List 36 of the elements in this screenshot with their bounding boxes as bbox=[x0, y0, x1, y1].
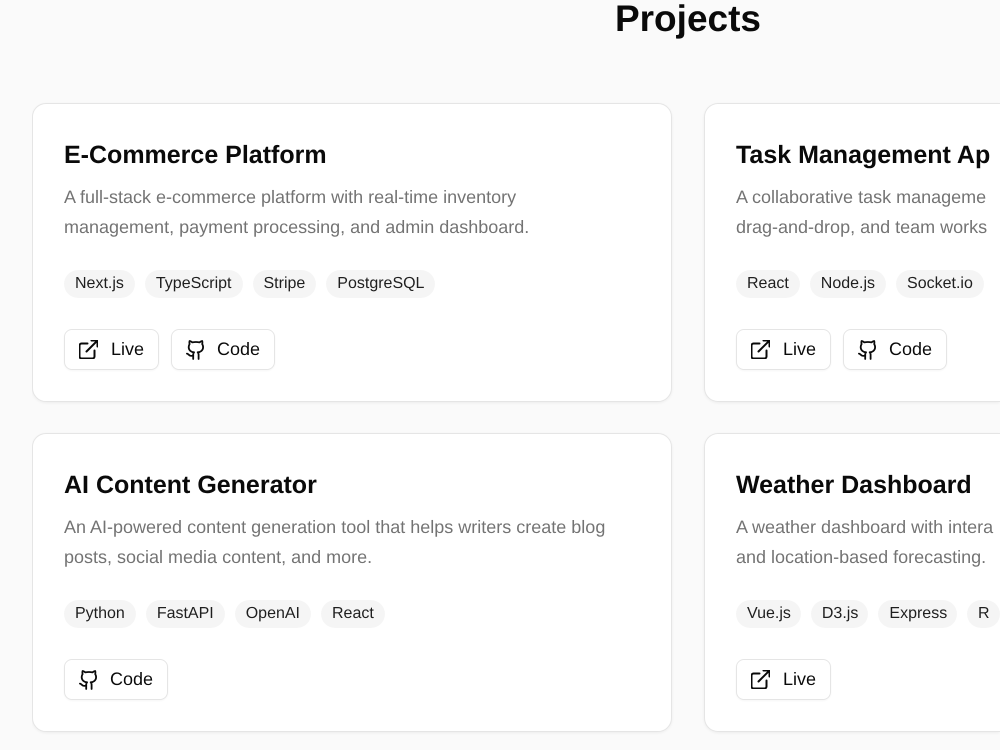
tech-tag: Python bbox=[64, 600, 136, 628]
tech-tag: Next.js bbox=[64, 270, 135, 298]
project-description: A collaborative task manageme drag-and-drop, and team works bbox=[736, 186, 988, 239]
tech-tag: React bbox=[736, 270, 800, 298]
project-title: AI Content Generator bbox=[64, 470, 318, 501]
external-link-icon bbox=[79, 340, 98, 359]
live-demo-button[interactable]: Live bbox=[736, 659, 832, 700]
github-icon bbox=[186, 340, 204, 360]
tech-tag: Stripe bbox=[252, 270, 316, 298]
live-demo-button[interactable]: Live bbox=[736, 329, 832, 370]
source-code-button[interactable]: Code bbox=[843, 329, 948, 370]
tech-tag: React bbox=[320, 600, 385, 628]
project-description: A full-stack e-commerce platform with real-time inventory management, payment processing, and admin dashboard. bbox=[64, 186, 530, 239]
source-code-button[interactable]: Code bbox=[64, 659, 168, 700]
project-description: A weather dashboard with intera and location-based forecasting. bbox=[736, 516, 994, 569]
tech-tag: Vue.js bbox=[736, 600, 801, 628]
project-title: E-Commerce Platform bbox=[64, 140, 328, 171]
tech-tag: Node.js bbox=[810, 270, 886, 298]
tech-tag: Express bbox=[878, 600, 957, 628]
page-heading: Projects bbox=[614, 0, 761, 39]
source-code-button[interactable]: Code bbox=[171, 329, 276, 370]
github-icon bbox=[858, 340, 876, 360]
tech-tag: FastAPI bbox=[146, 600, 225, 628]
github-icon bbox=[79, 670, 97, 690]
tech-tag: OpenAI bbox=[234, 600, 311, 628]
project-title: Weather Dashboard bbox=[736, 470, 973, 501]
tech-tag: TypeScript bbox=[144, 270, 242, 298]
project-title: Task Management Ap bbox=[736, 140, 992, 171]
external-link-icon bbox=[751, 340, 770, 359]
tech-tag: PostgreSQL bbox=[326, 270, 436, 298]
tech-tag: D3.js bbox=[810, 600, 868, 628]
project-description: An AI-powered content generation tool that helps writers create blog posts, social media content, and more. bbox=[64, 516, 606, 569]
tech-tag: Socket.io bbox=[896, 270, 984, 298]
external-link-icon bbox=[751, 670, 770, 689]
tech-tag: R bbox=[966, 600, 1000, 628]
live-demo-button[interactable]: Live bbox=[64, 329, 160, 370]
